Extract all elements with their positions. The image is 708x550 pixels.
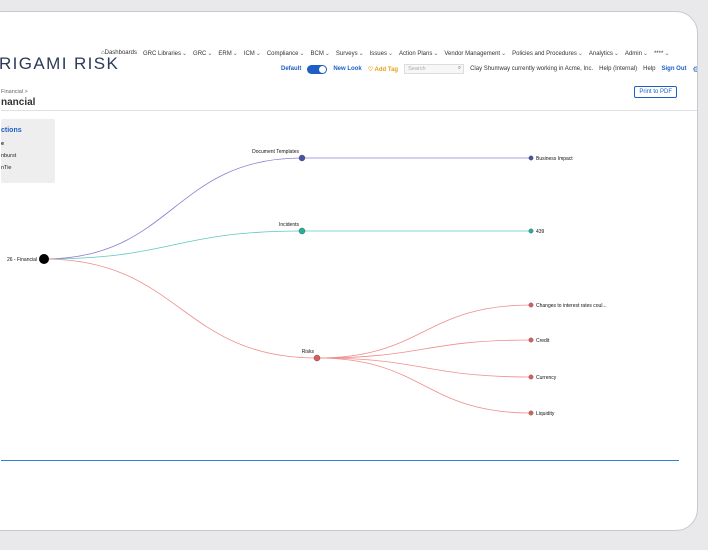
nav-item-label: Surveys (335, 51, 358, 57)
nav-item-compliance[interactable]: Compliance⌄ (267, 50, 305, 57)
leaf-link (316, 357, 532, 414)
new-look-toggle[interactable] (307, 64, 328, 74)
branch-label: Document Templates (252, 149, 299, 155)
root-label: 26 - Financial (7, 257, 37, 263)
branch-label: Risks (302, 349, 315, 355)
chevron-down-icon: ⌄ (501, 51, 507, 57)
leaf-node[interactable] (528, 302, 534, 308)
chevron-down-icon: ⌄ (207, 51, 213, 57)
chevron-down-icon: ⌄ (642, 51, 648, 57)
branch-link (43, 230, 303, 260)
root-node[interactable] (39, 254, 49, 264)
chevron-down-icon: ⌄ (664, 51, 670, 57)
nav-item-label: BCM (310, 51, 324, 57)
nav-item-label: Issues (369, 51, 387, 57)
chevron-down-icon: ⌄ (299, 51, 305, 57)
nav-item-action-plans[interactable]: Action Plans⌄ (399, 50, 438, 57)
default-view-label[interactable]: Default (281, 66, 301, 72)
breadcrumb[interactable]: Financial > (1, 89, 28, 95)
nav-item-admin[interactable]: Admin⌄ (625, 50, 648, 57)
header-divider (1, 110, 697, 111)
sign-out-link[interactable]: Sign Out (662, 66, 687, 72)
nav-item-erm[interactable]: ERM⌄ (218, 50, 237, 57)
help-link[interactable]: Help (643, 66, 655, 72)
main-nav: ⌂ Dashboards GRC Libraries⌄ GRC⌄ ERM⌄ ICM⌄ Co… (101, 50, 669, 57)
nav-item-label: Vendor Management (444, 51, 501, 57)
gear-icon[interactable]: ⚙ (693, 65, 698, 74)
nav-item-dashboards[interactable]: ⌂ Dashboards (101, 50, 137, 57)
leaf-link (316, 339, 532, 359)
chevron-down-icon: ⌄ (324, 51, 330, 57)
branch-node[interactable] (298, 227, 306, 235)
leaf-node[interactable] (528, 410, 534, 416)
chevron-down-icon: ⌄ (182, 51, 188, 57)
nav-item-bcm[interactable]: BCM⌄ (311, 50, 330, 57)
search-placeholder: Search (408, 66, 426, 72)
new-look-label: New Look (333, 66, 362, 72)
chevron-down-icon: ⌄ (387, 51, 393, 57)
leaf-node[interactable] (528, 337, 534, 343)
nav-item-label: GRC (193, 51, 207, 57)
page-title: nancial (1, 97, 36, 108)
chevron-down-icon: ⌄ (577, 51, 583, 57)
footer-rule (1, 460, 679, 461)
leaf-label: 439 (536, 229, 545, 235)
branch-node[interactable] (298, 154, 306, 162)
nav-item-label: Action Plans (399, 51, 433, 57)
leaf-node[interactable] (528, 155, 534, 161)
leaf-link (316, 357, 532, 378)
nav-item-[interactable]: ****⌄ (654, 50, 669, 57)
search-input[interactable]: Search ⌕ (404, 64, 465, 74)
chevron-down-icon: ⌄ (232, 51, 238, 57)
search-icon[interactable]: ⌕ (458, 65, 461, 72)
nav-item-issues[interactable]: Issues⌄ (370, 50, 393, 57)
heart-icon: ♡ (367, 66, 374, 73)
add-tag-button[interactable]: ♡ Add Tag (368, 66, 398, 73)
nav-item-policies-and-procedures[interactable]: Policies and Procedures⌄ (512, 50, 583, 57)
nav-item-label: Dashboards (104, 50, 137, 56)
leaf-node[interactable] (528, 228, 534, 234)
sub-nav: Default New Look ♡ Add Tag Search ⌕ Clay … (281, 64, 698, 74)
add-tag-label: Add Tag (374, 66, 399, 73)
branch-label: Incidents (279, 222, 300, 228)
leaf-label: Business Impact (536, 156, 573, 162)
app-window: RIGAMI RISK ⌂ Dashboards GRC Libraries⌄ GR… (0, 11, 698, 531)
leaf-link (316, 304, 532, 359)
leaf-label: Currency (536, 375, 557, 381)
help-internal-link[interactable]: Help (Internal) (599, 66, 637, 72)
leaf-label: Credit (536, 338, 550, 344)
chevron-down-icon: ⌄ (255, 51, 261, 57)
branch-link (43, 258, 318, 359)
leaf-node[interactable] (528, 374, 534, 380)
chevron-down-icon: ⌄ (433, 51, 439, 57)
nav-item-label: Compliance (266, 51, 299, 57)
nav-item-label: GRC Libraries (142, 51, 181, 57)
print-to-pdf-button[interactable]: Print to PDF (634, 86, 677, 98)
nav-item-label: Admin (624, 51, 642, 57)
app-logo: RIGAMI RISK (0, 54, 120, 73)
nav-item-label: Analytics (588, 51, 613, 57)
branch-node[interactable] (313, 354, 321, 362)
branch-link (43, 157, 303, 260)
chevron-down-icon: ⌄ (358, 51, 364, 57)
nav-item-grc[interactable]: GRC⌄ (193, 50, 212, 57)
nav-item-label: ERM (218, 51, 232, 57)
nav-item-icm[interactable]: ICM⌄ (244, 50, 261, 57)
nav-item-label: Policies and Procedures (512, 51, 577, 57)
nav-item-label: ICM (243, 51, 255, 57)
nav-item-vendor-management[interactable]: Vendor Management⌄ (444, 50, 506, 57)
nav-item-surveys[interactable]: Surveys⌄ (336, 50, 364, 57)
chevron-down-icon: ⌄ (613, 51, 619, 57)
relationship-tree: Document Templates Business Impact Inciden… (7, 149, 607, 417)
nav-item-grc-libraries[interactable]: GRC Libraries⌄ (143, 50, 187, 57)
leaf-label: Changes to interest rates coul... (536, 303, 607, 309)
user-context: Clay Shumway currently working in Acme, … (470, 66, 594, 72)
leaf-label: Liquidity (536, 411, 555, 417)
nav-item-label: **** (653, 51, 664, 57)
nav-item-analytics[interactable]: Analytics⌄ (589, 50, 619, 57)
